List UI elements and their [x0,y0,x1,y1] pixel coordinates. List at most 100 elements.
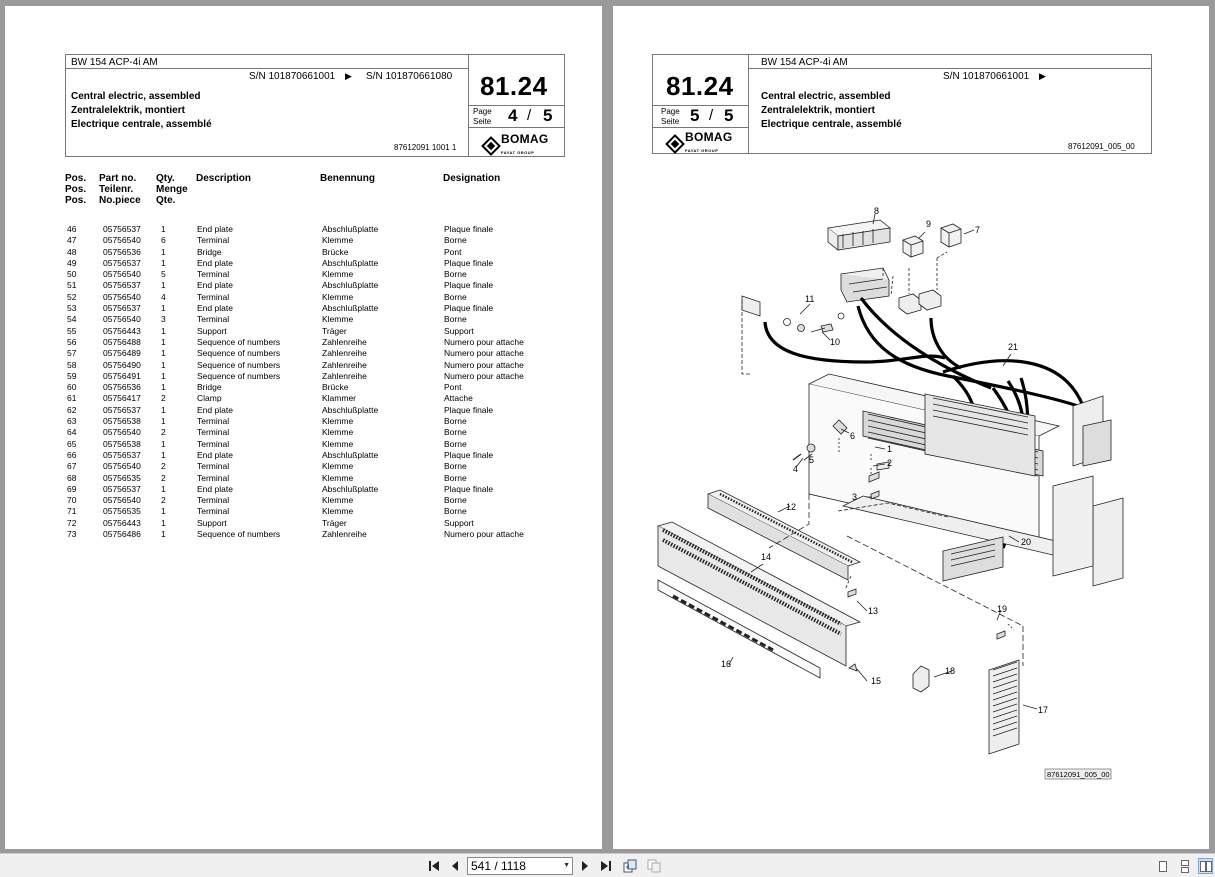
row-designation: Numero pour attache [444,370,524,381]
exploded-assembly-diagram: 8 9 7 11 10 21 6 5 4 1 2 3 12 20 14 13 1… [656,206,1124,780]
prev-page-icon[interactable] [447,858,463,874]
row-pos: 51 [67,280,77,291]
row-benennung: Träger [322,517,347,528]
row-pos: 52 [67,291,77,302]
row-pos: 65 [67,438,77,449]
row-part-number: 05756540 [103,427,141,438]
right-page: BW 154 ACP-4i AM S/N 101870661001 ▶ 81.2… [613,6,1209,849]
row-description: Terminal [197,506,230,517]
row-pos: 67 [67,461,77,472]
serial-from: S/N 101870661001 [249,71,336,82]
row-benennung: Klemme [322,416,354,427]
row-description: Support [197,325,227,336]
row-designation: Borne [444,269,467,280]
row-qty: 1 [161,257,166,268]
callout-5: 5 [809,455,814,465]
row-part-number: 05756535 [103,472,141,483]
row-part-number: 05756540 [103,235,141,246]
side-cover-part-17 [988,659,1020,755]
row-part-number: 05756489 [103,348,141,359]
col-header-pos: Pos. Pos. Pos. [65,173,87,206]
row-benennung: Klammer [322,393,357,404]
serial-to: S/N 101870661080 [366,71,453,82]
callout-12: 12 [786,502,796,512]
row-description: Clamp [197,393,222,404]
row-benennung: Zahlenreihe [322,359,367,370]
diagram-reference: 87612091_005_00 [1047,770,1110,779]
relay-block-part-8 [827,219,891,251]
row-pos: 57 [67,348,77,359]
row-designation: Numero pour attache [444,336,524,347]
row-designation: Support [444,325,474,336]
row-designation: Plaque finale [444,303,494,314]
title-french: Electrique centrale, assemblé [71,119,212,130]
col-header-part: Part no. Teilenr. No.piece [99,173,141,206]
row-description: End plate [197,404,233,415]
row-pos: 53 [67,303,77,314]
callout-8: 8 [874,206,879,216]
row-part-number: 05756443 [103,325,141,336]
row-part-number: 05756535 [103,506,141,517]
row-designation: Plaque finale [444,280,494,291]
next-view-icon[interactable] [646,858,662,874]
row-designation: Plaque finale [444,404,494,415]
row-benennung: Klemme [322,314,354,325]
col-header-benennung: Benennung [320,173,375,184]
page-number-field[interactable]: 541 / 1118 ▼ [467,857,573,875]
row-designation: Borne [444,235,467,246]
row-benennung: Klemme [322,438,354,449]
next-page-icon[interactable] [577,858,593,874]
prev-view-icon[interactable] [622,858,638,874]
row-designation: Plaque finale [444,483,494,494]
row-designation: Pont [444,246,462,257]
continuous-view-icon[interactable] [1177,858,1192,874]
row-benennung: Klemme [322,235,354,246]
row-part-number: 05756491 [103,370,141,381]
row-pos: 60 [67,382,77,393]
row-benennung: Zahlenreihe [322,529,367,540]
row-qty: 1 [161,382,166,393]
serial-arrow-icon: ▶ [345,71,352,81]
page-number-value: 541 / 1118 [471,859,526,873]
row-qty: 5 [161,269,166,280]
row-description: Terminal [197,495,230,506]
row-benennung: Abschlußplatte [322,449,379,460]
row-description: End plate [197,224,233,234]
last-page-icon[interactable] [598,858,614,874]
row-part-number: 05756537 [103,257,141,268]
callout-9: 9 [926,219,931,229]
row-pos: 62 [67,404,77,415]
single-page-view-icon[interactable] [1155,858,1170,874]
row-description: Sequence of numbers [197,359,281,370]
row-description: End plate [197,257,233,268]
row-qty: 1 [161,370,166,381]
row-part-number: 05756540 [103,269,141,280]
row-designation: Borne [444,506,467,517]
chevron-down-icon[interactable]: ▼ [563,858,570,874]
row-qty: 1 [161,438,166,449]
row-description: Sequence of numbers [197,348,281,359]
callout-6: 6 [850,431,855,441]
row-description: End plate [197,449,233,460]
row-description: End plate [197,483,233,494]
row-pos: 70 [67,495,77,506]
row-qty: 6 [161,235,166,246]
row-benennung: Klemme [322,495,354,506]
row-part-number: 05756540 [103,495,141,506]
row-description: Terminal [197,461,230,472]
page-label: Page Seite [473,107,492,126]
row-designation: Numero pour attache [444,359,524,370]
row-qty: 1 [161,483,166,494]
first-page-icon[interactable] [426,858,442,874]
row-pos: 71 [67,506,77,517]
row-designation: Borne [444,472,467,483]
facing-pages-view-icon[interactable] [1198,858,1213,874]
row-qty: 1 [161,280,166,291]
row-benennung: Klemme [322,461,354,472]
page-separator: / [527,107,532,124]
row-description: Support [197,517,227,528]
callout-21: 21 [1008,342,1018,352]
viewer-toolbar: 541 / 1118 ▼ [0,853,1215,877]
row-pos: 54 [67,314,77,325]
row-qty: 1 [161,416,166,427]
